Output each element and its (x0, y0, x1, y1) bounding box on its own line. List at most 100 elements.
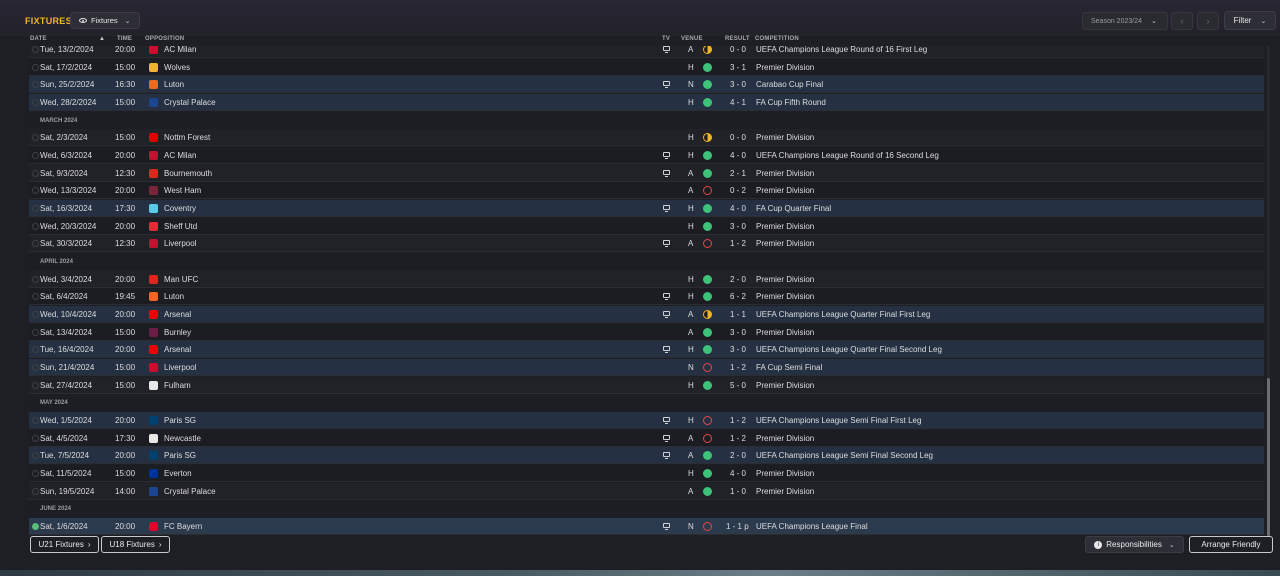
fixture-score[interactable]: 2 - 1 (730, 169, 746, 178)
fixture-score[interactable]: 0 - 2 (730, 186, 746, 195)
fixture-row[interactable]: Sat, 30/3/2024 12:30 Liverpool A 1 - 2 Premie… (29, 235, 1264, 253)
fixture-score[interactable]: 1 - 2 (730, 239, 746, 248)
competition-link[interactable]: Premier Division (756, 222, 814, 231)
competition-link[interactable]: Premier Division (756, 328, 814, 337)
fixture-row[interactable]: Sat, 16/3/2024 17:30 Coventry H 4 - 0 FA Cup … (29, 199, 1264, 217)
fixture-score[interactable]: 3 - 0 (730, 328, 746, 337)
fixture-row[interactable]: Sat, 4/5/2024 17:30 Newcastle A 1 - 2 Premier… (29, 429, 1264, 447)
competition-link[interactable]: UEFA Champions League Semi Final First L… (756, 416, 921, 425)
fixture-score[interactable]: 1 - 1 (730, 310, 746, 319)
competition-link[interactable]: Premier Division (756, 469, 814, 478)
fixture-row[interactable]: Wed, 20/3/2024 20:00 Sheff Utd H 3 - 0 Premie… (29, 217, 1264, 235)
opposition-link[interactable]: Burnley (164, 328, 191, 337)
competition-link[interactable]: UEFA Champions League Quarter Final Firs… (756, 310, 930, 319)
competition-link[interactable]: UEFA Champions League Final (756, 522, 868, 531)
opposition-link[interactable]: Paris SG (164, 451, 196, 460)
fixture-row[interactable]: Sat, 9/3/2024 12:30 Bournemouth A 2 - 1 Premi… (29, 164, 1264, 182)
fixture-row[interactable]: Wed, 6/3/2024 20:00 AC Milan H 4 - 0 UEFA Cha… (29, 146, 1264, 164)
fixture-row[interactable]: Sat, 1/6/2024 20:00 FC Bayern N 1 - 1 p UEFA … (29, 517, 1264, 535)
opposition-link[interactable]: Liverpool (164, 363, 196, 372)
competition-link[interactable]: Premier Division (756, 487, 814, 496)
col-header-result[interactable]: RESULT (725, 36, 750, 46)
opposition-link[interactable]: Crystal Palace (164, 98, 216, 107)
fixture-row[interactable]: Sun, 19/5/2024 14:00 Crystal Palace A 1 - 0 P… (29, 482, 1264, 500)
fixture-row[interactable]: Sun, 25/2/2024 16:30 Luton N 3 - 0 Carabao Cu… (29, 76, 1264, 94)
competition-link[interactable]: Premier Division (756, 275, 814, 284)
opposition-link[interactable]: Liverpool (164, 239, 196, 248)
prev-button[interactable]: ‹ (1171, 12, 1193, 30)
col-header-competition[interactable]: COMPETITION (755, 36, 799, 46)
fixture-score[interactable]: 1 - 2 (730, 363, 746, 372)
filter-button[interactable]: Filter ⌄ (1224, 11, 1276, 30)
competition-link[interactable]: Premier Division (756, 186, 814, 195)
fixture-row[interactable]: Wed, 28/2/2024 15:00 Crystal Palace H 4 - 1 F… (29, 93, 1264, 111)
fixture-row[interactable]: Wed, 10/4/2024 20:00 Arsenal A 1 - 1 UEFA Cha… (29, 305, 1264, 323)
view-dropdown[interactable]: Fixtures ⌄ (70, 12, 140, 29)
opposition-link[interactable]: Fulham (164, 381, 191, 390)
fixture-score[interactable]: 5 - 0 (730, 381, 746, 390)
fixture-score[interactable]: 2 - 0 (730, 451, 746, 460)
fixture-row[interactable]: Sat, 17/2/2024 15:00 Wolves H 3 - 1 Premier D… (29, 58, 1264, 76)
fixture-row[interactable]: Sat, 13/4/2024 15:00 Burnley A 3 - 0 Premier … (29, 323, 1264, 341)
responsibilities-button[interactable]: i Responsibilities ⌄ (1085, 536, 1184, 553)
col-header-venue[interactable]: VENUE (681, 36, 703, 46)
fixture-score[interactable]: 4 - 0 (730, 469, 746, 478)
opposition-link[interactable]: Coventry (164, 204, 196, 213)
fixture-row[interactable]: Tue, 16/4/2024 20:00 Arsenal H 3 - 0 UEFA Cha… (29, 341, 1264, 359)
opposition-link[interactable]: FC Bayern (164, 522, 202, 531)
scrollbar-thumb[interactable] (1267, 378, 1270, 536)
fixture-row[interactable]: Wed, 3/4/2024 20:00 Man UFC H 2 - 0 Premier D… (29, 270, 1264, 288)
competition-link[interactable]: UEFA Champions League Quarter Final Seco… (756, 345, 942, 354)
fixture-score[interactable]: 4 - 0 (730, 204, 746, 213)
competition-link[interactable]: UEFA Champions League Semi Final Second … (756, 451, 933, 460)
opposition-link[interactable]: AC Milan (164, 151, 196, 160)
fixture-score[interactable]: 1 - 0 (730, 487, 746, 496)
fixture-score[interactable]: 1 - 1 p (726, 522, 749, 531)
fixture-row[interactable]: Wed, 1/5/2024 20:00 Paris SG H 1 - 2 UEFA Cha… (29, 411, 1264, 429)
opposition-link[interactable]: West Ham (164, 186, 201, 195)
fixture-score[interactable]: 3 - 0 (730, 345, 746, 354)
competition-link[interactable]: UEFA Champions League Round of 16 Second… (756, 151, 939, 160)
competition-link[interactable]: FA Cup Quarter Final (756, 204, 831, 213)
fixture-score[interactable]: 0 - 0 (730, 46, 746, 54)
fixture-row[interactable]: Wed, 13/3/2024 20:00 West Ham A 0 - 2 Premier… (29, 182, 1264, 200)
fixture-row[interactable]: Tue, 13/2/2024 20:00 AC Milan A 0 - 0 UEFA Ch… (29, 46, 1264, 58)
competition-link[interactable]: UEFA Champions League Round of 16 First … (756, 46, 927, 54)
opposition-link[interactable]: Luton (164, 292, 184, 301)
fixture-score[interactable]: 3 - 0 (730, 80, 746, 89)
season-dropdown[interactable]: Season 2023/24 ⌄ (1082, 12, 1168, 30)
u21-fixtures-button[interactable]: U21 Fixtures › (30, 536, 99, 553)
fixture-row[interactable]: Sat, 11/5/2024 15:00 Everton H 4 - 0 Premier … (29, 464, 1264, 482)
next-button[interactable]: › (1197, 12, 1219, 30)
fixture-row[interactable]: Sat, 2/3/2024 15:00 Nottm Forest H 0 - 0 Prem… (29, 129, 1264, 147)
competition-link[interactable]: Premier Division (756, 434, 814, 443)
opposition-link[interactable]: Nottm Forest (164, 133, 210, 142)
fixture-row[interactable]: Sat, 27/4/2024 15:00 Fulham H 5 - 0 Premier D… (29, 376, 1264, 394)
opposition-link[interactable]: Crystal Palace (164, 487, 216, 496)
fixture-score[interactable]: 1 - 2 (730, 416, 746, 425)
opposition-link[interactable]: Newcastle (164, 434, 201, 443)
fixture-score[interactable]: 2 - 0 (730, 275, 746, 284)
fixture-score[interactable]: 4 - 1 (730, 98, 746, 107)
col-header-time[interactable]: TIME (117, 36, 132, 46)
col-header-opposition[interactable]: OPPOSITION (145, 36, 184, 46)
competition-link[interactable]: FA Cup Fifth Round (756, 98, 826, 107)
competition-link[interactable]: Premier Division (756, 133, 814, 142)
fixture-score[interactable]: 6 - 2 (730, 292, 746, 301)
fixture-score[interactable]: 3 - 1 (730, 63, 746, 72)
fixture-score[interactable]: 1 - 2 (730, 434, 746, 443)
opposition-link[interactable]: Arsenal (164, 345, 191, 354)
fixture-row[interactable]: Tue, 7/5/2024 20:00 Paris SG A 2 - 0 UEFA Cha… (29, 447, 1264, 465)
opposition-link[interactable]: AC Milan (164, 46, 196, 54)
col-header-date[interactable]: DATE (30, 36, 47, 46)
competition-link[interactable]: FA Cup Semi Final (756, 363, 822, 372)
opposition-link[interactable]: Bournemouth (164, 169, 212, 178)
competition-link[interactable]: Premier Division (756, 239, 814, 248)
opposition-link[interactable]: Wolves (164, 63, 190, 72)
fixture-row[interactable]: Sat, 6/4/2024 19:45 Luton H 6 - 2 Premier Div… (29, 288, 1264, 306)
competition-link[interactable]: Premier Division (756, 63, 814, 72)
opposition-link[interactable]: Luton (164, 80, 184, 89)
opposition-link[interactable]: Man UFC (164, 275, 198, 284)
col-header-tv[interactable]: TV (662, 36, 670, 46)
u18-fixtures-button[interactable]: U18 Fixtures › (101, 536, 170, 553)
